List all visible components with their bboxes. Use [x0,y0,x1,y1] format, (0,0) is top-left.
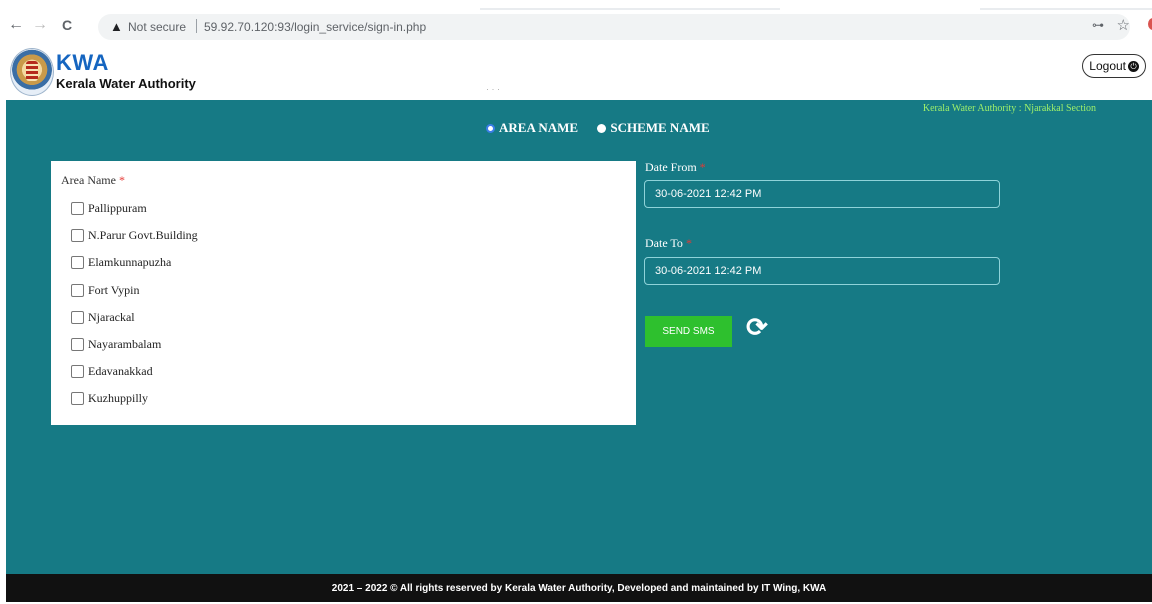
site-header: KWA Kerala Water Authority · · · Logout ⏻ [6,44,1152,100]
area-item-label: Fort Vypin [88,282,140,297]
area-item-label: Nayarambalam [88,337,162,352]
main-panel: Kerala Water Authority : Njarakkal Secti… [6,100,1152,574]
power-icon: ⏻ [1128,61,1139,73]
address-bar[interactable]: ▲ Not secure 59.92.70.120:93/login_servi… [98,14,1130,40]
radio-label: AREA NAME [499,120,579,135]
area-item[interactable]: Kuzhuppilly [71,385,198,412]
checkbox[interactable] [71,365,84,379]
back-icon[interactable]: ← [8,16,24,34]
section-label: Kerala Water Authority : Njarakkal Secti… [922,103,1096,114]
area-item[interactable]: Njarackal [71,304,198,331]
bookmark-star-icon[interactable]: ☆ [1117,16,1130,34]
reload-icon[interactable]: C [62,16,72,34]
checkbox[interactable] [71,202,84,216]
required-mark: * [699,160,706,174]
logout-button[interactable]: Logout ⏻ [1082,54,1146,78]
area-item[interactable]: Pallippuram [71,195,198,222]
tab-strip [980,8,1152,10]
key-icon[interactable]: ⊶ [1092,18,1104,32]
checkbox[interactable] [71,256,84,270]
date-from-label: Date From * [645,160,706,175]
area-item[interactable]: Fort Vypin [71,277,198,304]
brand-long: Kerala Water Authority [56,76,196,91]
date-to-field[interactable] [644,257,1000,285]
refresh-icon[interactable]: ⟳ [746,312,768,342]
area-item-label: Elamkunnapuzha [88,255,172,270]
browser-chrome: ← → C ▲ Not secure 59.92.70.120:93/login… [0,0,1152,42]
area-item[interactable]: N.Parur Govt.Building [71,222,198,249]
area-name-panel: Area Name * Pallippuram N.Parur Govt.Bui… [51,161,636,425]
divider [196,19,197,33]
radio-scheme-name[interactable]: SCHEME NAME [597,120,710,136]
checkbox[interactable] [71,338,84,352]
warning-icon[interactable]: ▲ [110,19,123,34]
area-item[interactable]: Edavanakkad [71,358,198,385]
checkbox[interactable] [71,229,84,243]
area-item-label: N.Parur Govt.Building [88,228,198,243]
date-from-label-text: Date From [645,160,697,174]
checkbox[interactable] [71,283,84,297]
required-mark: * [118,173,125,187]
area-label-text: Area Name [61,173,116,187]
kwa-logo [10,48,54,96]
date-to-input[interactable] [645,258,999,284]
footer: 2021 – 2022 © All rights reserved by Ker… [6,574,1152,602]
checkbox[interactable] [71,392,84,406]
radio-selected-icon[interactable] [486,123,495,133]
decorative-dots: · · · [486,84,500,94]
area-item[interactable]: Nayarambalam [71,331,198,358]
area-list: Pallippuram N.Parur Govt.Building Elamku… [71,195,198,413]
radio-area-name[interactable]: AREA NAME [486,120,578,136]
radio-icon[interactable] [597,123,607,133]
area-name-label: Area Name * [61,173,125,188]
date-from-field[interactable] [644,180,1000,208]
date-from-input[interactable] [645,181,999,207]
brand-short: KWA [56,50,109,75]
forward-icon[interactable]: → [32,16,48,34]
profile-icon[interactable] [1148,18,1152,30]
area-item[interactable]: Elamkunnapuzha [71,249,198,276]
area-item-label: Pallippuram [88,201,147,216]
logout-label: Logout [1089,59,1126,73]
area-item-label: Edavanakkad [88,364,153,379]
date-to-label: Date To * [645,236,692,251]
checkbox[interactable] [71,310,84,324]
selection-mode-radios: AREA NAME SCHEME NAME [486,120,726,136]
date-to-label-text: Date To [645,236,683,250]
area-item-label: Kuzhuppilly [88,391,148,406]
send-sms-button[interactable]: SEND SMS [645,316,732,347]
radio-label: SCHEME NAME [610,120,710,135]
required-mark: * [685,236,692,250]
url-text[interactable]: 59.92.70.120:93/login_service/sign-in.ph… [204,20,426,34]
security-status[interactable]: Not secure [128,20,186,34]
area-item-label: Njarackal [88,309,135,324]
tab-strip [480,8,780,10]
